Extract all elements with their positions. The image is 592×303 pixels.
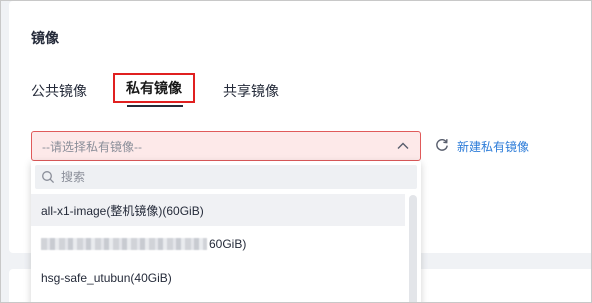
option-label: hsg-safe_utubun(40GiB) bbox=[41, 271, 172, 285]
dropdown-search bbox=[35, 165, 417, 189]
tab-private-label: 私有镜像 bbox=[126, 80, 182, 96]
dropdown-option[interactable]: all-x1-image(整机镜像)(60GiB) bbox=[31, 194, 405, 226]
tab-shared-images[interactable]: 共享镜像 bbox=[223, 81, 279, 101]
card-title: 镜像 bbox=[31, 30, 59, 46]
image-dropdown: all-x1-image(整机镜像)(60GiB) 60GiB) hsg-saf… bbox=[31, 161, 421, 302]
active-tab-indicator bbox=[127, 105, 183, 107]
dropdown-scrollbar[interactable] bbox=[409, 195, 417, 302]
chevron-up-icon bbox=[397, 142, 409, 149]
option-label: all-x1-image(整机镜像)(60GiB) bbox=[41, 203, 204, 218]
window: 镜像 公共镜像 私有镜像 共享镜像 --请选择私有镜像-- 新建私有镜像 搜索 … bbox=[0, 0, 592, 303]
tab-private-images[interactable]: 私有镜像 bbox=[113, 73, 195, 103]
dropdown-option[interactable]: hsg-safe_utubun(40GiB) bbox=[31, 262, 405, 294]
create-private-image-link[interactable]: 新建私有镜像 bbox=[457, 138, 529, 155]
image-tabs: 公共镜像 私有镜像 共享镜像 bbox=[31, 71, 591, 111]
tab-public-images[interactable]: 公共镜像 bbox=[31, 81, 87, 101]
option-label: 60GiB) bbox=[209, 237, 247, 251]
select-placeholder: --请选择私有镜像-- bbox=[42, 139, 142, 154]
private-image-select[interactable]: --请选择私有镜像-- bbox=[31, 131, 421, 161]
search-input[interactable] bbox=[61, 170, 391, 184]
dropdown-option[interactable]: 60GiB) bbox=[31, 228, 405, 260]
refresh-icon[interactable] bbox=[435, 138, 449, 152]
redacted-text bbox=[41, 238, 207, 250]
search-icon bbox=[42, 171, 55, 184]
